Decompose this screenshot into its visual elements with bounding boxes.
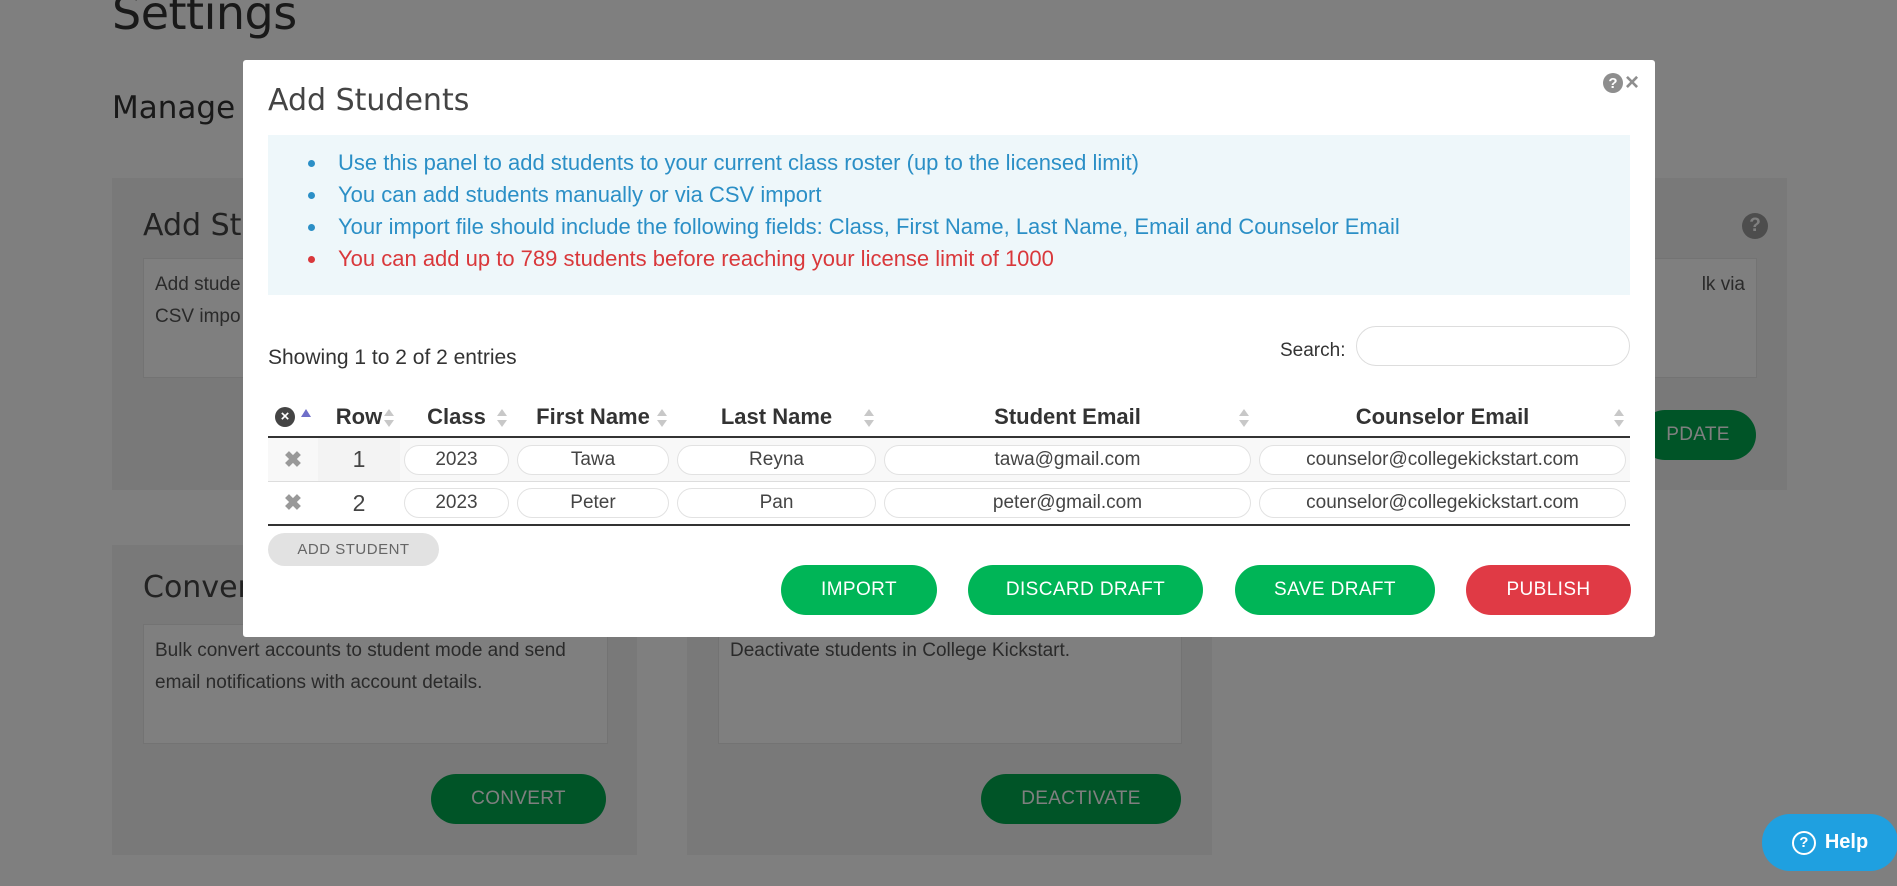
counselor-email-cell: counselor@collegekickstart.com — [1255, 438, 1630, 481]
help-label: Help — [1824, 831, 1869, 853]
row-number: 2 — [352, 489, 366, 516]
header-class[interactable]: Class — [400, 397, 513, 436]
clear-circle-icon[interactable]: × — [275, 406, 295, 427]
class-field[interactable]: 2023 — [404, 444, 509, 475]
first-name-cell: Tawa — [513, 438, 673, 481]
sort-icon — [864, 409, 874, 427]
question-icon[interactable]: ? — [1602, 73, 1623, 93]
close-icon[interactable]: × — [1625, 71, 1639, 95]
first-name-field[interactable]: Tawa — [517, 444, 669, 475]
students-table: × Row Class First Name Last Name Student… — [268, 397, 1630, 526]
row-number: 1 — [318, 438, 400, 481]
header-last-name[interactable]: Last Name — [673, 397, 880, 436]
first-name-field[interactable]: Peter — [517, 488, 669, 518]
sort-asc-icon — [301, 408, 311, 417]
info-item: Your import file should include the foll… — [308, 211, 1630, 243]
counselor-email-cell: counselor@collegekickstart.com — [1255, 482, 1630, 524]
last-name-field[interactable]: Reyna — [677, 444, 876, 475]
delete-row-icon[interactable]: ✖ — [268, 482, 318, 524]
sort-icon — [1239, 409, 1249, 427]
info-item: You can add students manually or via CSV… — [308, 179, 1630, 211]
add-students-modal: Add Students ? × Use this panel to add s… — [243, 60, 1655, 637]
modal-tools: ? × — [1602, 71, 1639, 95]
class-field[interactable]: 2023 — [404, 488, 509, 518]
search-label: Search: — [1280, 340, 1346, 361]
delete-row-icon[interactable]: ✖ — [268, 438, 318, 481]
table-row: ✖ 1 2023 Tawa Reyna tawa@gmail.com couns… — [268, 438, 1630, 482]
class-cell: 2023 — [400, 438, 513, 481]
class-cell: 2023 — [400, 482, 513, 524]
sort-icon — [1614, 409, 1624, 427]
discard-draft-button[interactable]: DISCARD DRAFT — [968, 565, 1203, 615]
question-circle-icon: ? — [1791, 830, 1816, 855]
last-name-field[interactable]: Pan — [677, 488, 876, 518]
header-counselor-email[interactable]: Counselor Email — [1255, 397, 1630, 436]
license-warning: You can add up to 789 students before re… — [308, 243, 1630, 275]
sort-icon — [657, 409, 667, 427]
student-email-cell: peter@gmail.com — [880, 482, 1255, 524]
save-draft-button[interactable]: SAVE DRAFT — [1235, 565, 1435, 615]
counselor-email-field[interactable]: counselor@collegekickstart.com — [1259, 444, 1626, 475]
add-student-button[interactable]: ADD STUDENT — [268, 533, 439, 566]
header-first-name[interactable]: First Name — [513, 397, 673, 436]
search-input[interactable] — [1356, 326, 1630, 366]
import-button[interactable]: IMPORT — [781, 565, 937, 615]
sort-icon — [497, 409, 507, 427]
header-clear-sort[interactable]: × — [268, 397, 318, 436]
student-email-field[interactable]: tawa@gmail.com — [884, 444, 1251, 475]
last-name-cell: Reyna — [673, 438, 880, 481]
first-name-cell: Peter — [513, 482, 673, 524]
table-header: × Row Class First Name Last Name Student… — [268, 397, 1630, 438]
modal-title: Add Students — [268, 83, 470, 118]
help-widget-button[interactable]: ? Help — [1762, 814, 1897, 871]
table-row: ✖ 2 2023 Peter Pan peter@gmail.com couns… — [268, 482, 1630, 526]
header-student-email[interactable]: Student Email — [880, 397, 1255, 436]
header-row[interactable]: Row — [318, 397, 400, 436]
last-name-cell: Pan — [673, 482, 880, 524]
info-item: Use this panel to add students to your c… — [308, 147, 1630, 179]
student-email-cell: tawa@gmail.com — [880, 438, 1255, 481]
publish-button[interactable]: PUBLISH — [1466, 565, 1631, 615]
entries-info: Showing 1 to 2 of 2 entries — [268, 346, 517, 369]
sort-icon — [384, 409, 394, 427]
info-box: Use this panel to add students to your c… — [268, 135, 1630, 295]
counselor-email-field[interactable]: counselor@collegekickstart.com — [1259, 488, 1626, 518]
student-email-field[interactable]: peter@gmail.com — [884, 488, 1251, 518]
